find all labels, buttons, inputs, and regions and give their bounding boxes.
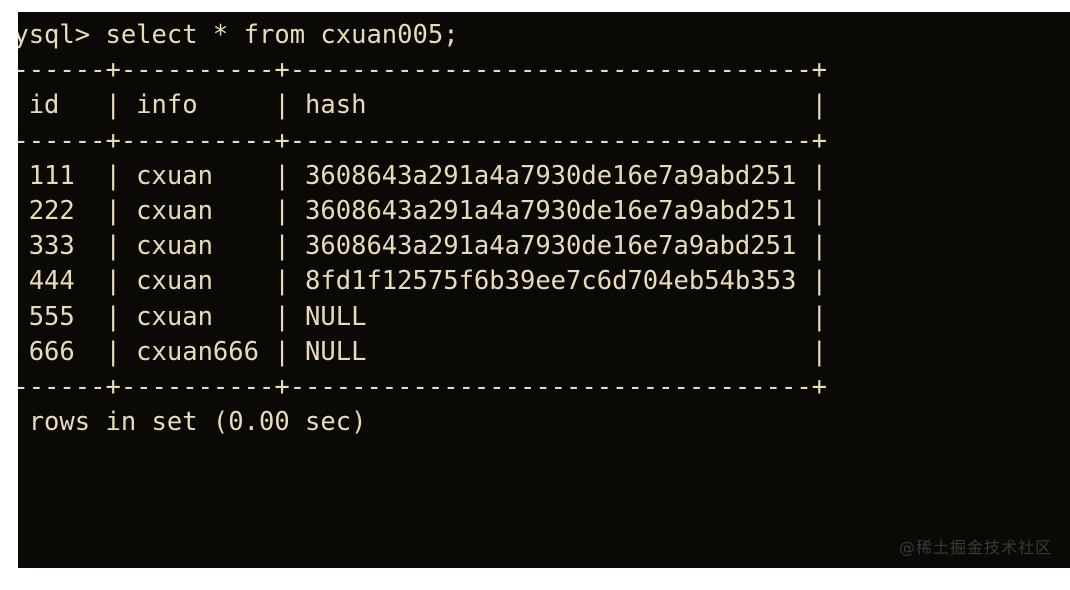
mysql-prompt-line: mysql> select * from cxuan005;	[18, 20, 459, 50]
table-row: | 111 | cxuan | 3608643a291a4a7930de16e7…	[18, 160, 828, 191]
table-row: | 333 | cxuan | 3608643a291a4a7930de16e7…	[18, 231, 828, 262]
table-top-border: +------+----------+---------------------…	[18, 55, 828, 86]
table-row: | 666 | cxuan666 | NULL |	[18, 336, 828, 367]
table-header-separator: +------+----------+---------------------…	[18, 125, 828, 156]
table-header-row: | id | info | hash |	[18, 90, 828, 121]
watermark-label: @稀土掘金技术社区	[898, 538, 1052, 557]
table-bottom-border: +------+----------+---------------------…	[18, 372, 828, 403]
result-status-line: 6 rows in set (0.00 sec)	[18, 407, 367, 438]
table-row: | 222 | cxuan | 3608643a291a4a7930de16e7…	[18, 196, 828, 227]
terminal-window[interactable]: mysql> select * from cxuan005; +------+-…	[18, 12, 1070, 568]
screenshot-page: mysql> select * from cxuan005; +------+-…	[0, 0, 1070, 590]
terminal-output: mysql> select * from cxuan005; +------+-…	[18, 18, 1070, 440]
table-row: | 444 | cxuan | 8fd1f12575f6b39ee7c6d704…	[18, 266, 828, 297]
table-row: | 555 | cxuan | NULL |	[18, 301, 828, 332]
